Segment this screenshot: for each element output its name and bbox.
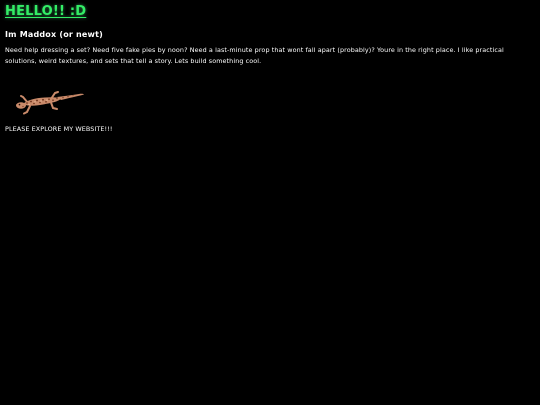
intro-paragraph: Need help dressing a set? Need five fake…	[5, 46, 504, 65]
gecko-image	[13, 86, 85, 116]
explore-message: PLEASE EXPLORE MY WEBSITE!!!	[5, 125, 113, 133]
page-title: HELLO!! :D	[5, 4, 87, 19]
page-content: HELLO!! :D Im Maddox (or newt) Need help…	[5, 4, 533, 134]
gecko-icon	[16, 91, 84, 115]
page-subtitle: Im Maddox (or newt)	[5, 30, 104, 39]
